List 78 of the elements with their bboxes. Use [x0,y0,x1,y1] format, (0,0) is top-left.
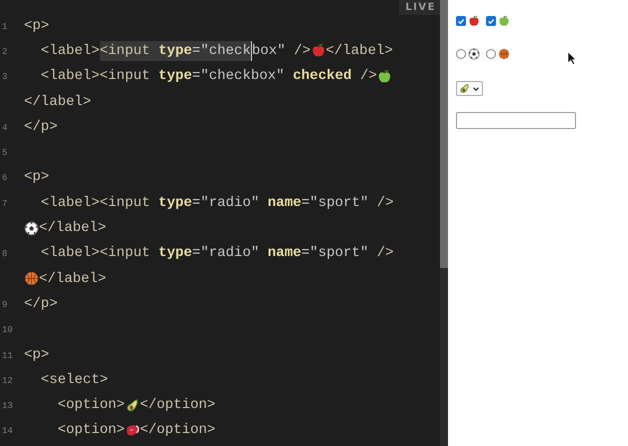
basketball-icon [24,271,39,286]
line-number: 4 [1,122,8,133]
line-number: 5 [1,148,8,158]
code-token: "check [200,40,251,61]
code-token: <label> [40,42,100,61]
code-token: <label><input [40,67,152,86]
code-token: <input [100,40,158,61]
line-number: 12 [1,376,13,386]
code-token: type [158,67,192,86]
live-badge: LIVE [399,0,440,15]
radio-button[interactable] [456,49,466,59]
code-token: type [158,40,192,61]
soccer-ball-icon [468,48,480,60]
line-number: 10 [1,325,13,336]
avocado-icon [459,83,470,94]
code-token: "radio" [200,244,260,264]
code-token: = [192,194,200,213]
chevron-down-icon [472,84,480,92]
code-token: </label> [24,92,92,112]
code-token: type [158,244,192,264]
code-token: <p> [24,168,50,188]
code-token: </p> [24,294,58,314]
text-cursor [250,40,252,61]
code-token: <select> [40,370,108,390]
code-token: /> [294,42,311,61]
checkbox[interactable] [486,16,496,26]
line-number: 9 [1,300,8,310]
code-token: </option> [140,396,216,416]
scrollbar-thumb[interactable] [440,0,448,268]
line-number: 6 [1,173,8,184]
code-token: /> [376,194,394,213]
code-token: name [268,244,302,264]
code-token: <option> [56,396,125,416]
code-token: /> [376,244,394,264]
code-token: /> [359,67,377,86]
code-token: <p> [24,346,50,364]
line-number: 2 [1,46,8,57]
code-token: box" [252,42,286,61]
code-token: = [301,194,310,213]
code-token: </label> [39,270,106,289]
code-token: type [158,194,192,213]
code-token: </p> [24,118,58,137]
checkbox[interactable] [456,16,466,26]
code-token: "radio" [200,194,260,213]
line-number: 13 [1,401,13,412]
code-token: name [268,194,302,213]
code-token: "sport" [310,194,370,213]
code-token: checked [292,67,352,86]
apple-icon [498,15,510,27]
code-token: <p> [24,16,50,36]
code-token: <label><input [40,244,152,264]
code-token: </label> [326,42,393,61]
line-number: 8 [1,249,8,260]
apple-icon [376,68,392,84]
code-token: = [192,244,200,264]
code-token: </label> [39,219,106,238]
line-number: 1 [1,22,8,32]
line-number: 11 [1,350,13,360]
soccer-ball-icon [24,220,39,236]
code-token: = [192,40,200,61]
line-number: 14 [1,426,13,436]
line-number: 3 [1,72,8,82]
code-token: <option> [56,421,125,440]
avocado-icon [124,398,140,413]
mouse-pointer-icon [567,51,577,65]
code-token: "checkbox" [200,67,286,86]
line-number: 7 [1,198,8,209]
radio-button[interactable] [486,49,496,59]
code-token: </option> [140,421,216,440]
code-token: = [301,244,310,264]
basketball-icon [498,48,510,60]
code-token: = [192,67,200,86]
apple-icon [468,15,480,27]
steak-icon [124,422,140,438]
code-token: <label><input [40,194,152,213]
code-token: "sport" [310,244,370,264]
text-input-field[interactable] [456,112,576,129]
select-dropdown[interactable] [456,81,483,96]
